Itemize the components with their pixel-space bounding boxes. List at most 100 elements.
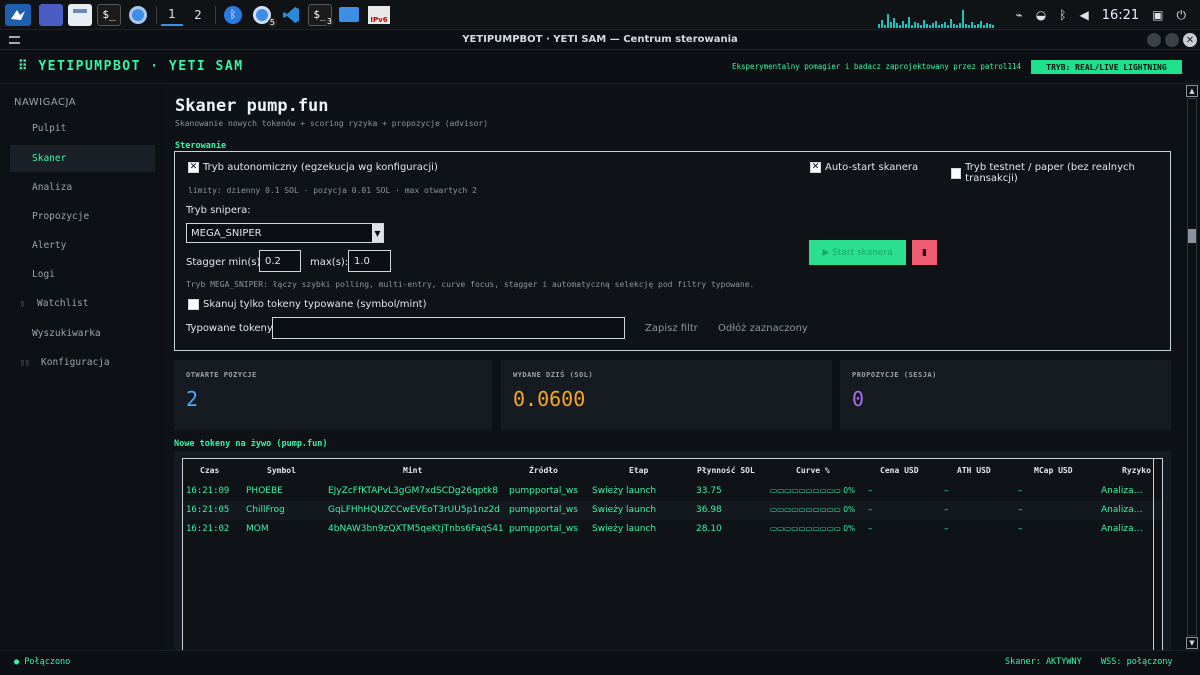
terminal-icon[interactable]: $_ — [97, 3, 121, 26]
cell-time: 16:21:02 — [186, 524, 230, 534]
scroll-up-arrow-icon[interactable]: ▲ — [1186, 85, 1198, 97]
clock[interactable]: 16:21 — [1102, 8, 1139, 23]
mode-badge: TRYB: REAL/LIVE LIGHTNING — [1031, 60, 1182, 74]
checkbox-checked-icon: ✕ — [810, 162, 821, 173]
autonomous-checkbox[interactable]: ✕ Tryb autonomiczny (egzekucja wg konfig… — [188, 162, 438, 173]
scroll-down-arrow-icon[interactable]: ▼ — [1186, 637, 1198, 649]
cell-mint: GqLFHhHQUZCCwEVEoT3rUU5p1nz2d — [328, 505, 500, 515]
typed-only-checkbox[interactable]: Skanuj tylko tokeny typowane (symbol/min… — [188, 299, 426, 310]
live-section-title: Nowe tokeny na żywo (pump.fun) — [174, 439, 328, 449]
typed-tokens-label: Typowane tokeny: — [186, 323, 276, 334]
sidebar-item-skaner[interactable]: Skaner — [10, 145, 155, 172]
scroll-track[interactable] — [1187, 98, 1197, 636]
save-filter-button[interactable]: Zapisz filtr — [645, 323, 698, 334]
column-header[interactable]: Mint — [403, 466, 422, 475]
table-scrollbar[interactable] — [1153, 459, 1162, 651]
page-title: Skaner pump.fun — [175, 96, 329, 116]
column-header[interactable]: Źródło — [529, 466, 558, 475]
power-icon[interactable]: ⏻ — [1177, 8, 1187, 23]
scroll-thumb[interactable] — [1188, 229, 1196, 243]
auto-start-checkbox[interactable]: ✕ Auto-start skanera — [810, 162, 918, 173]
stat-spent-today: WYDANE DZIŚ (SOL) 0.0600 — [501, 360, 832, 430]
column-header[interactable]: Curve % — [796, 466, 830, 475]
bluetooth-icon[interactable]: ᛒ — [1059, 8, 1066, 22]
stagger-max-value: 1.0 — [354, 255, 370, 267]
cell-symbol: MOM — [246, 524, 269, 534]
page-subtitle: Skanowanie nowych tokenów + scoring ryzy… — [175, 119, 489, 128]
cell-ath: – — [944, 524, 949, 534]
minimize-button[interactable] — [1147, 33, 1161, 47]
close-button[interactable]: ✕ — [1183, 33, 1197, 47]
desktop-icon[interactable] — [39, 3, 63, 26]
column-header[interactable]: Płynność SOL — [697, 466, 755, 475]
app-menu-icon[interactable] — [5, 3, 31, 26]
typed-only-label: Skanuj tylko tokeny typowane (symbol/min… — [203, 299, 427, 310]
stagger-max-input[interactable]: 1.0 — [348, 250, 391, 272]
column-header[interactable]: Ryzyko — [1122, 466, 1151, 475]
column-header[interactable]: Czas — [200, 466, 219, 475]
wifi-icon[interactable]: ◒ — [1036, 8, 1046, 22]
stat-label: WYDANE DZIŚ (SOL) — [513, 371, 594, 379]
sidebar-item-konfiguracja[interactable]: ▯▯ Konfiguracja — [10, 349, 155, 376]
clip-icon[interactable]: ⌁ — [1016, 8, 1023, 22]
window-title: YETIPUMPBOT · YETI SAM — Centrum sterowa… — [462, 34, 738, 45]
typed-tokens-input[interactable] — [272, 317, 625, 339]
table-row[interactable]: 16:21:09 PHOEBE EJyZcFfKTAPvL3gGM7xdSCDg… — [183, 482, 1162, 501]
sidebar-item-logi[interactable]: Logi — [10, 261, 155, 288]
sidebar-item-label: Konfiguracja — [41, 357, 110, 368]
page-scrollbar[interactable]: ▲ ▼ — [1184, 84, 1200, 650]
chrome-icon[interactable]: 5 — [250, 4, 277, 28]
start-scanner-button[interactable]: ▶ Start skanera — [809, 240, 906, 265]
stagger-min-input[interactable]: 0.2 — [259, 250, 301, 272]
vscode-icon[interactable] — [279, 4, 303, 26]
column-header[interactable]: ATH USD — [957, 466, 991, 475]
chevron-down-icon[interactable]: ▼ — [372, 224, 383, 242]
column-header[interactable]: MCap USD — [1034, 466, 1073, 475]
workspace-2[interactable]: 2 — [187, 4, 209, 26]
stat-label: PROPOZYCJE (SESJA) — [852, 371, 937, 379]
sidebar-item-propozycje[interactable]: Propozycje — [10, 203, 155, 230]
lock-icon[interactable]: ▣ — [1152, 8, 1163, 22]
testnet-checkbox[interactable]: Tryb testnet / paper (bez realnych trans… — [951, 162, 1170, 184]
clear-selected-button[interactable]: Odłóż zaznaczony — [718, 323, 808, 334]
cell-symbol: ChillFrog — [246, 505, 285, 515]
stop-scanner-button[interactable]: ▮ — [912, 240, 937, 265]
file-manager-icon[interactable] — [68, 3, 92, 26]
workspace-1[interactable]: 1 — [161, 4, 183, 26]
cpu-graph — [878, 6, 996, 28]
table-row[interactable]: 16:21:02 MOM 4bNAW3bn9zQXTM5qeKtjTnbs6Fa… — [183, 520, 1162, 539]
sidebar-item-label: Pulpit — [32, 123, 67, 134]
sidebar-item-analiza[interactable]: Analiza — [10, 174, 155, 201]
chromium-icon[interactable] — [126, 4, 150, 26]
cell-liquidity: 28.10 — [696, 524, 722, 534]
bluetooth-icon[interactable]: ᛒ — [221, 4, 245, 26]
sidebar-item-wyszukiwarka[interactable]: Wyszukiwarka — [10, 320, 155, 347]
maximize-button[interactable] — [1165, 33, 1179, 47]
sidebar-item-alerty[interactable]: Alerty — [10, 232, 155, 259]
taskbar-separator — [156, 5, 157, 24]
column-header[interactable]: Cena USD — [880, 466, 919, 475]
column-header[interactable]: Symbol — [267, 466, 296, 475]
sidebar-item-pulpit[interactable]: Pulpit — [10, 115, 155, 142]
cell-liquidity: 33.75 — [696, 486, 722, 496]
volume-icon[interactable]: ◀ — [1079, 8, 1088, 22]
sidebar-item-label: Wyszukiwarka — [32, 328, 101, 339]
network-icon[interactable]: IPv6 — [366, 4, 392, 26]
folder-icon[interactable] — [337, 4, 361, 26]
cell-mcap: – — [1018, 524, 1023, 534]
window-menu-icon[interactable] — [9, 36, 20, 44]
app-header: ⠿ YETIPUMPBOT · YETI SAM Eksperymentalny… — [0, 50, 1200, 84]
brand-title: ⠿ YETIPUMPBOT · YETI SAM — [18, 59, 244, 74]
taskbar-separator — [215, 5, 216, 24]
cell-price: – — [868, 505, 873, 515]
table-row[interactable]: 16:21:05 ChillFrog GqLFHhHQUZCCwEVEoT3rU… — [183, 501, 1162, 520]
stat-open-positions: OTWARTE POZYCJE 2 — [174, 360, 492, 430]
sidebar-item-watchlist[interactable]: ▯ Watchlist — [10, 290, 155, 317]
main-content: Skaner pump.fun Skanowanie nowych tokenó… — [162, 84, 1184, 651]
terminal-icon[interactable]: $_ 3 — [308, 3, 334, 27]
cell-stage: Świeży launch — [592, 524, 657, 534]
live-table-panel: Czas Symbol Mint Źródło Etap Płynność SO… — [174, 451, 1171, 651]
column-header[interactable]: Etap — [629, 466, 648, 475]
window-titlebar[interactable]: YETIPUMPBOT · YETI SAM — Centrum sterowa… — [0, 30, 1200, 50]
sniper-mode-select[interactable]: MEGA_SNIPER ▼ — [186, 223, 384, 243]
